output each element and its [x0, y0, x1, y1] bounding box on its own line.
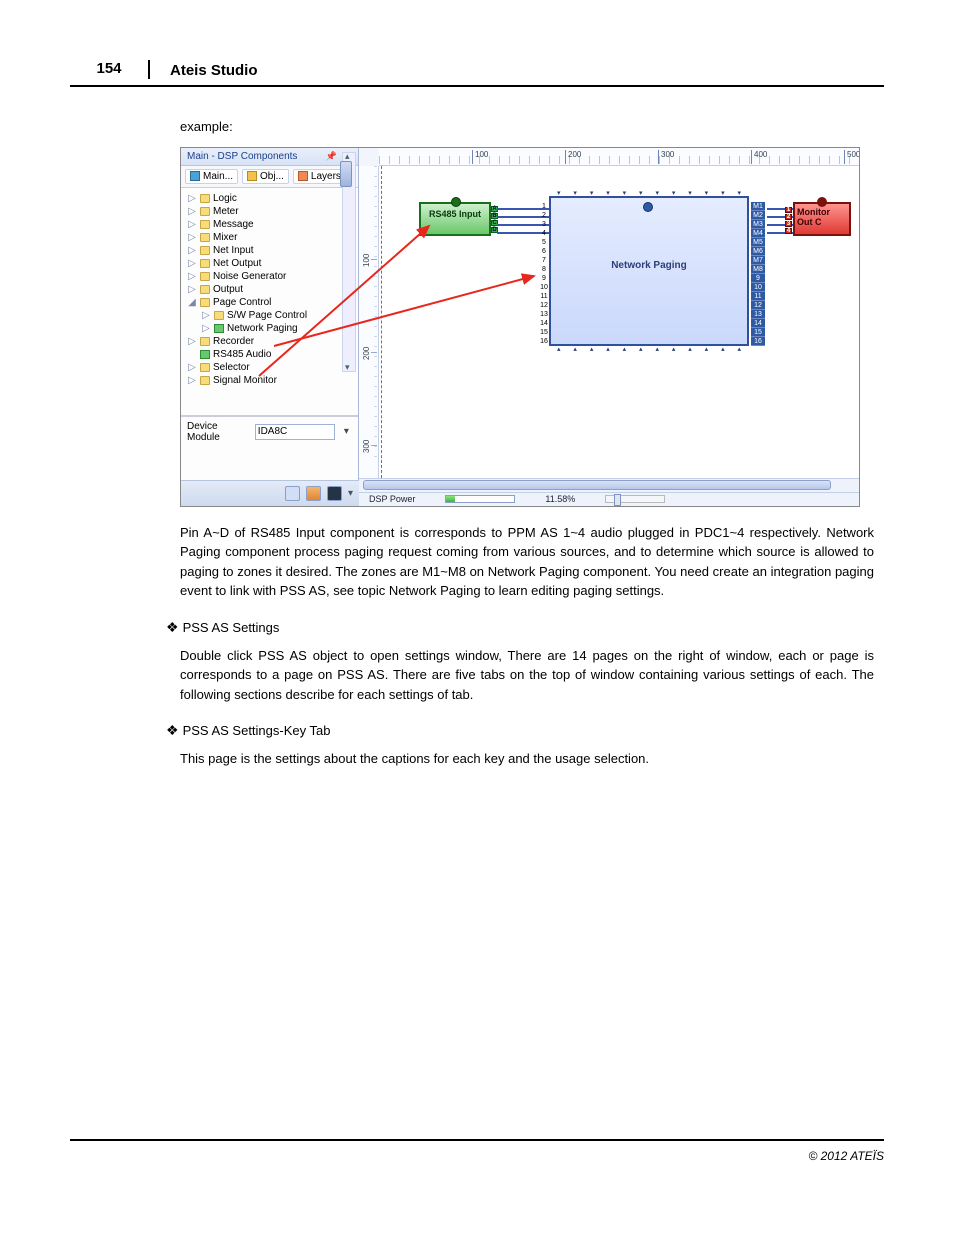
np-bottom-markers: ▴▴▴▴▴▴▴▴▴▴▴▴ — [557, 345, 741, 353]
panel-title-text: Main - DSP Components — [187, 151, 297, 162]
panel-bottom-toolbar: ▾ — [181, 480, 359, 506]
heading-pss-settings: ❖ PSS AS Settings — [166, 619, 874, 636]
panel-titlebar: Main - DSP Components 📌 ✕ — [181, 148, 358, 166]
tab-obj[interactable]: Obj... — [242, 169, 289, 184]
tree-node[interactable]: ▷Noise Generator — [187, 270, 354, 283]
rs485-output-pins: ABCD — [491, 206, 498, 234]
tree-scrollbar[interactable] — [342, 152, 356, 372]
tab-main[interactable]: Main... — [185, 169, 238, 184]
side-panel: Main - DSP Components 📌 ✕ Main... Obj...… — [181, 148, 359, 506]
tree-node[interactable]: ▷Logic — [187, 192, 354, 205]
canvas-wrap: 100200300400500 100200300 RS485 Input AB… — [359, 148, 859, 478]
toolbar-icon-1[interactable] — [285, 486, 300, 501]
status-bar: DSP Power 11.58% — [359, 492, 859, 506]
app-screenshot: Main - DSP Components 📌 ✕ Main... Obj...… — [180, 147, 860, 507]
np-handle-icon[interactable] — [643, 202, 653, 212]
np-right-ports: M1M2M3M4M5M6M7M8910111213141516 — [751, 202, 765, 346]
monitor-label-2: Out C — [797, 217, 847, 227]
paragraph-1: Pin A~D of RS485 Input component is corr… — [180, 523, 874, 601]
comp-monitor-out[interactable]: Monitor Out C 1234 — [793, 202, 851, 236]
canvas-scrollbar-h[interactable] — [359, 478, 859, 492]
device-module-row: Device Module ▾ — [181, 416, 358, 447]
device-module-label: Device Module — [187, 421, 249, 443]
toolbar-icon-2[interactable] — [306, 486, 321, 501]
ruler-horizontal: 100200300400500 — [379, 148, 859, 166]
tree-node[interactable]: ◢Page Control — [187, 296, 354, 309]
tree-node[interactable]: ▷Net Output — [187, 257, 354, 270]
toolbar-dropdown-icon[interactable]: ▾ — [348, 488, 353, 499]
rs485-handle-icon[interactable] — [451, 197, 461, 207]
rs485-label: RS485 Input — [429, 209, 481, 219]
tree-node[interactable]: ▷Output — [187, 283, 354, 296]
dsp-power-fill — [446, 496, 454, 502]
paragraph-2: Double click PSS AS object to open setti… — [180, 646, 874, 705]
heading-pss-key-tab: ❖ PSS AS Settings-Key Tab — [166, 722, 874, 739]
bullet-icon: ❖ — [166, 619, 179, 636]
heading-pss-key-tab-text: PSS AS Settings-Key Tab — [183, 723, 331, 738]
tree-node[interactable]: ▷Message — [187, 218, 354, 231]
dsp-power-percent: 11.58% — [545, 494, 575, 504]
tree-node[interactable]: ▷S/W Page Control — [187, 309, 354, 322]
tree-node[interactable]: ▷Selector — [187, 361, 354, 374]
dsp-power-bar — [445, 495, 515, 503]
np-top-markers: ▾▾▾▾▾▾▾▾▾▾▾▾ — [557, 189, 741, 197]
component-tree[interactable]: ▷Logic▷Meter▷Message▷Mixer▷Net Input▷Net… — [181, 188, 358, 416]
tree-scrollbar-thumb[interactable] — [340, 161, 352, 187]
device-module-dropdown-icon[interactable]: ▾ — [341, 426, 352, 437]
canvas-guide-line — [381, 166, 382, 478]
design-canvas[interactable]: RS485 Input ABCD Network Paging 12345678… — [379, 166, 859, 478]
tree-node[interactable]: ▷Signal Monitor — [187, 374, 354, 387]
comp-network-paging[interactable]: Network Paging 12345678910111213141516 M… — [549, 196, 749, 346]
ruler-vertical: 100200300 — [359, 166, 379, 478]
np-label: Network Paging — [551, 260, 747, 271]
tree-node[interactable]: ▷Mixer — [187, 231, 354, 244]
tree-node[interactable]: ▷Recorder — [187, 335, 354, 348]
pin-icon[interactable]: 📌 — [326, 151, 337, 161]
tab-layers[interactable]: Layers — [293, 169, 346, 184]
tree-node[interactable]: RS485 Audio — [187, 348, 354, 361]
panel-tabs: Main... Obj... Layers — [181, 166, 358, 188]
monitor-handle-icon[interactable] — [817, 197, 827, 207]
canvas-scrollbar-thumb[interactable] — [363, 480, 831, 490]
device-module-input[interactable] — [255, 424, 335, 440]
toolbar-icon-3[interactable] — [327, 486, 342, 501]
zoom-slider-knob[interactable] — [614, 494, 621, 506]
tree-node[interactable]: ▷Network Paging — [187, 322, 354, 335]
heading-pss-settings-text: PSS AS Settings — [183, 620, 280, 635]
paragraph-3: This page is the settings about the capt… — [180, 749, 874, 769]
page-title: Ateis Studio — [170, 62, 258, 79]
example-label: example: — [180, 117, 874, 137]
page-number: 154 — [70, 60, 150, 79]
dsp-power-label: DSP Power — [369, 494, 415, 504]
monitor-label-1: Monitor — [797, 207, 847, 217]
bullet-icon: ❖ — [166, 722, 179, 739]
tree-node[interactable]: ▷Meter — [187, 205, 354, 218]
np-left-ports: 12345678910111213141516 — [537, 202, 551, 346]
tree-node[interactable]: ▷Net Input — [187, 244, 354, 257]
page-header: 154 Ateis Studio — [70, 60, 884, 87]
page-footer: © 2012 ATEÏS — [70, 1139, 884, 1163]
zoom-slider[interactable] — [605, 495, 665, 503]
monitor-input-pins: 1234 — [785, 207, 792, 235]
comp-rs485-input[interactable]: RS485 Input ABCD — [419, 202, 491, 236]
